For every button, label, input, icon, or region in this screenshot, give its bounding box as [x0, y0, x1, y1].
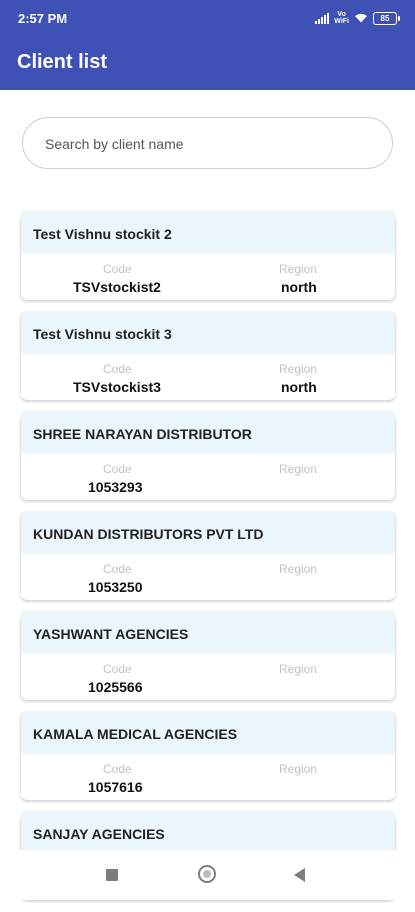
code-label: Code [103, 562, 132, 576]
client-card-header: SHREE NARAYAN DISTRIBUTOR [21, 412, 395, 454]
square-icon[interactable] [106, 869, 118, 881]
client-list[interactable]: Test Vishnu stockit 2 Code Region TSVsto… [21, 212, 395, 912]
client-code: TSVstockist3 [73, 379, 161, 395]
status-icons: Vo WiFi 85 [315, 10, 400, 26]
wifi-icon [355, 13, 367, 23]
region-label: Region [279, 762, 318, 776]
client-code: 1057616 [88, 779, 143, 795]
triangle-back-icon[interactable] [294, 868, 305, 882]
status-time: 2:57 PM [18, 11, 68, 26]
client-code: 1053293 [88, 479, 143, 495]
client-code: TSVstockist2 [73, 279, 161, 295]
client-card-header: YASHWANT AGENCIES [21, 612, 395, 654]
client-card[interactable]: Test Vishnu stockit 2 Code Region TSVsto… [21, 212, 395, 300]
client-code: 1025566 [88, 679, 143, 695]
code-label: Code [103, 762, 132, 776]
client-code: 1053250 [88, 579, 143, 595]
region-label: Region [279, 262, 318, 276]
region-label: Region [279, 462, 318, 476]
client-name: Test Vishnu stockit 2 [33, 226, 172, 242]
client-card[interactable]: YASHWANT AGENCIES Code Region 1025566 [21, 612, 395, 700]
client-card[interactable]: Test Vishnu stockit 3 Code Region TSVsto… [21, 312, 395, 400]
client-name: SHREE NARAYAN DISTRIBUTOR [33, 426, 252, 442]
region-label: Region [279, 362, 318, 376]
volte-wifi-icon: Vo WiFi [334, 11, 349, 25]
client-region: north [281, 279, 317, 295]
circle-icon[interactable] [198, 865, 216, 883]
client-name: Test Vishnu stockit 3 [33, 326, 172, 342]
code-label: Code [103, 462, 132, 476]
client-card-header: KAMALA MEDICAL AGENCIES [21, 712, 395, 754]
region-label: Region [279, 662, 318, 676]
client-card[interactable]: KUNDAN DISTRIBUTORS PVT LTD Code Region … [21, 512, 395, 600]
code-label: Code [103, 262, 132, 276]
code-label: Code [103, 662, 132, 676]
client-card[interactable]: KAMALA MEDICAL AGENCIES Code Region 1057… [21, 712, 395, 800]
client-card-header: KUNDAN DISTRIBUTORS PVT LTD [21, 512, 395, 554]
code-label: Code [103, 362, 132, 376]
battery-icon: 85 [373, 11, 400, 25]
region-label: Region [279, 562, 318, 576]
client-name: KAMALA MEDICAL AGENCIES [33, 726, 238, 742]
client-name: KUNDAN DISTRIBUTORS PVT LTD [33, 526, 264, 542]
search-box[interactable] [22, 117, 393, 170]
system-nav-bar [0, 850, 415, 900]
client-card[interactable]: SHREE NARAYAN DISTRIBUTOR Code Region 10… [21, 412, 395, 500]
signal-icon [315, 12, 330, 24]
client-card-header: SANJAY AGENCIES [21, 812, 395, 854]
client-name: SANJAY AGENCIES [33, 826, 165, 842]
status-bar: 2:57 PM Vo WiFi 85 [0, 0, 415, 36]
client-card-header: Test Vishnu stockit 2 [21, 212, 395, 254]
client-region: north [281, 379, 317, 395]
client-card-header: Test Vishnu stockit 3 [21, 312, 395, 354]
app-bar: 2:57 PM Vo WiFi 85 Client list [0, 0, 415, 90]
client-name: YASHWANT AGENCIES [33, 626, 189, 642]
page-title: Client list [17, 51, 108, 73]
search-input[interactable] [43, 118, 377, 170]
